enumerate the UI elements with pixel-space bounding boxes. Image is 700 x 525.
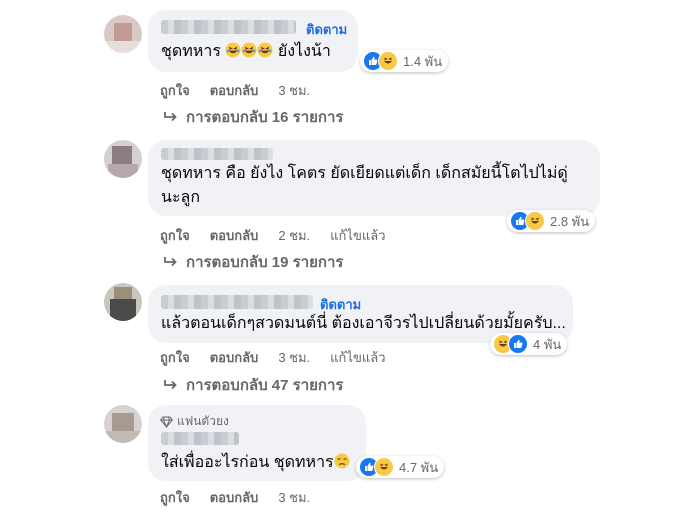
comment-text: ชุดทหาร ยังไงน้า [161, 42, 331, 60]
reply-button[interactable]: ตอบกลับ [210, 225, 259, 246]
reaction-count: 4.7 พัน [399, 459, 439, 475]
like-button[interactable]: ถูกใจ [160, 225, 190, 246]
reply-button[interactable]: ตอบกลับ [210, 487, 259, 508]
reaction-count: 1.4 พัน [403, 53, 443, 69]
comment-bubble: ชุดทหาร คือ ยังไง โคตร ยัดเยียดแต่เด็ก เ… [148, 140, 600, 216]
avatar[interactable] [104, 140, 142, 178]
timestamp[interactable]: 2 ชม. [278, 225, 310, 246]
haha-icon [374, 457, 394, 477]
reaction-summary[interactable]: 4 พัน [490, 333, 568, 355]
author-name-blurred[interactable] [161, 148, 273, 160]
view-replies-button[interactable]: การตอบกลับ 47 รายการ [164, 373, 343, 397]
comment-actions: ถูกใจ ตอบกลับ 2 ชม. แก้ไขแล้ว [160, 225, 386, 246]
reaction-count: 4 พัน [533, 336, 562, 352]
comment-actions: ถูกใจ ตอบกลับ 3 ชม. [160, 487, 310, 508]
comment-text: ใส่เพื่ออะไรก่อน ชุดทหาร [161, 451, 350, 475]
laughing-emoji-icon [257, 42, 273, 60]
top-fan-badge[interactable]: แฟนตัวยง [160, 412, 229, 431]
comment-actions: ถูกใจ ตอบกลับ 3 ชม. แก้ไขแล้ว [160, 347, 386, 368]
view-replies-button[interactable]: การตอบกลับ 16 รายการ [164, 105, 343, 129]
like-button[interactable]: ถูกใจ [160, 80, 190, 101]
like-button[interactable]: ถูกใจ [160, 487, 190, 508]
avatar[interactable] [104, 405, 142, 443]
edited-label[interactable]: แก้ไขแล้ว [330, 347, 385, 368]
author-name-blurred[interactable] [161, 432, 239, 445]
reply-arrow-icon [164, 257, 177, 267]
timestamp[interactable]: 3 ชม. [278, 487, 310, 508]
reaction-summary[interactable]: 1.4 พัน [360, 50, 449, 72]
comment-bubble: แฟนตัวยง ใส่เพื่ออะไรก่อน ชุดทหาร [148, 405, 366, 481]
like-icon [508, 334, 528, 354]
follow-link[interactable]: ติดตาม [306, 19, 347, 40]
view-replies-button[interactable]: การตอบกลับ 19 รายการ [164, 250, 343, 274]
diamond-icon [160, 416, 173, 428]
timestamp[interactable]: 3 ชม. [278, 80, 310, 101]
author-name-blurred[interactable] [161, 20, 296, 34]
reaction-summary[interactable]: 2.8 พัน [507, 210, 596, 232]
reply-button[interactable]: ตอบกลับ [210, 347, 259, 368]
comment-bubble: ติดตาม ชุดทหาร ยังไงน้า [148, 10, 358, 72]
haha-icon [525, 211, 545, 231]
reaction-summary[interactable]: 4.7 พัน [356, 456, 445, 478]
reply-arrow-icon [164, 112, 177, 122]
laughing-emoji-icon [225, 42, 241, 60]
comment-actions: ถูกใจ ตอบกลับ 3 ชม. [160, 80, 310, 101]
timestamp[interactable]: 3 ชม. [278, 347, 310, 368]
reaction-count: 2.8 พัน [550, 213, 590, 229]
comment-text-line-2: นะลูก [161, 189, 201, 206]
author-name-blurred[interactable] [161, 295, 313, 309]
unamused-emoji-icon [334, 453, 350, 471]
avatar[interactable] [104, 15, 142, 53]
reply-arrow-icon [164, 380, 177, 390]
comment-text-line-1: ชุดทหาร คือ ยังไง โคตร ยัดเยียดแต่เด็ก เ… [161, 165, 568, 182]
haha-icon [378, 51, 398, 71]
avatar[interactable] [104, 283, 142, 321]
like-button[interactable]: ถูกใจ [160, 347, 190, 368]
reply-button[interactable]: ตอบกลับ [210, 80, 259, 101]
edited-label[interactable]: แก้ไขแล้ว [330, 225, 385, 246]
laughing-emoji-icon [241, 42, 257, 60]
